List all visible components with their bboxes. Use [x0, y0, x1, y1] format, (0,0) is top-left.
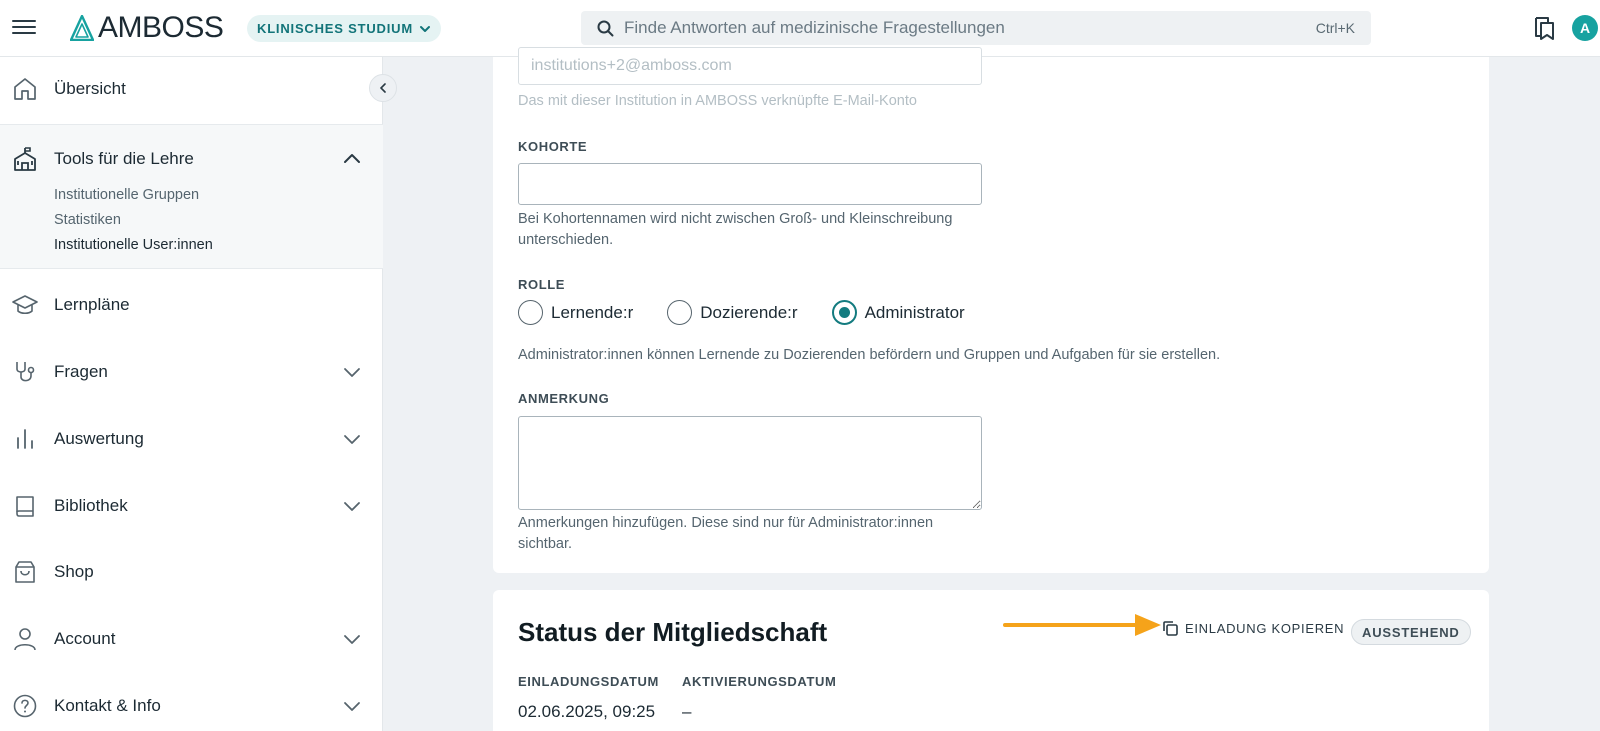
chevron-down-icon[interactable] — [342, 362, 362, 382]
stethoscope-icon — [16, 362, 35, 382]
cohort-help-text: Bei Kohortennamen wird nicht zwischen Gr… — [518, 211, 953, 248]
chevron-down-icon[interactable] — [342, 429, 362, 449]
bar-chart-icon — [17, 429, 33, 449]
membership-status-title: Status der Mitgliedschaft — [518, 617, 828, 647]
amboss-triangle-icon — [70, 15, 94, 41]
sidebar-item-label: Lernpläne — [54, 295, 130, 314]
annotation-arrow-icon — [1003, 614, 1161, 636]
note-textarea[interactable] — [518, 416, 982, 510]
cohort-input[interactable] — [518, 163, 982, 205]
search-icon — [597, 20, 614, 36]
sidebar-item-label: Account — [54, 629, 116, 648]
book-icon — [16, 496, 34, 517]
role-radio-lecturer[interactable]: Dozierende:r — [667, 300, 798, 325]
sidebar-item-label: Fragen — [54, 362, 108, 381]
radio-circle[interactable] — [667, 300, 693, 325]
home-icon — [14, 78, 36, 100]
cohort-label: KOHORTE — [518, 139, 588, 154]
sidebar-item-label: Tools für die Lehre — [54, 149, 194, 168]
sidebar-item-label: Shop — [54, 562, 94, 581]
hamburger-menu-icon[interactable] — [12, 16, 36, 40]
sidebar-item-library[interactable]: Bibliothek — [0, 482, 383, 530]
school-building-icon — [14, 147, 36, 171]
role-radio-group: Lernende:r Dozierende:r Administrator — [518, 300, 999, 325]
sidebar-item-label: Auswertung — [54, 429, 144, 448]
sidebar-item-label: Kontakt & Info — [54, 696, 161, 715]
tools-section: Tools für die Lehre Institutionelle Grup… — [0, 124, 383, 269]
chevron-down-icon[interactable] — [342, 696, 362, 716]
amboss-logo[interactable]: AMBOSS — [70, 11, 224, 44]
search-input[interactable] — [624, 18, 1316, 38]
activation-date-value: – — [682, 702, 692, 721]
sidebar-item-label: Bibliothek — [54, 496, 128, 515]
sidebar-item-shop[interactable]: Shop — [0, 548, 383, 596]
invite-date-label: EINLADUNGSDATUM — [518, 674, 659, 689]
email-field[interactable] — [518, 47, 982, 85]
study-mode-label: KLINISCHES STUDIUM — [257, 21, 413, 36]
role-help-text: Administrator:innen können Lernende zu D… — [518, 347, 1221, 363]
invite-date-value: 02.06.2025, 09:25 — [518, 702, 656, 721]
copy-invite-label: EINLADUNG KOPIEREN — [1185, 621, 1345, 636]
sidebar-item-learning-plans[interactable]: Lernpläne — [0, 281, 383, 329]
chevron-down-icon — [419, 25, 430, 32]
sidebar-item-contact-info[interactable]: Kontakt & Info — [0, 682, 383, 730]
sidebar-subitem-institutional-groups[interactable]: Institutionelle Gruppen — [54, 187, 199, 203]
chevron-down-icon[interactable] — [342, 629, 362, 649]
sidebar-item-tools[interactable]: Tools für die Lehre — [0, 135, 383, 183]
sidebar-item-analytics[interactable]: Auswertung — [0, 415, 383, 463]
sidebar-item-questions[interactable]: Fragen — [0, 348, 383, 396]
sidebar-item-account[interactable]: Account — [0, 615, 383, 663]
membership-status-card: Status der Mitgliedschaft EINLADUNG KOPI… — [493, 590, 1489, 731]
sidebar-item-label: Übersicht — [54, 79, 126, 98]
help-circle-icon — [13, 694, 37, 718]
sidebar-subitem-statistics[interactable]: Statistiken — [54, 212, 121, 228]
role-radio-learner[interactable]: Lernende:r — [518, 300, 633, 325]
graduation-cap-icon — [12, 295, 38, 315]
activation-date-label: AKTIVIERUNGSDATUM — [682, 674, 837, 689]
note-label: ANMERKUNG — [518, 391, 610, 406]
sidebar-item-overview[interactable]: Übersicht — [0, 65, 383, 113]
note-help-text: Anmerkungen hinzufügen. Diese sind nur f… — [518, 515, 934, 552]
sidebar: Übersicht Tools für die Lehre Institutio… — [0, 57, 383, 731]
chevron-left-icon — [380, 83, 386, 93]
role-radio-administrator[interactable]: Administrator — [831, 300, 965, 325]
user-avatar[interactable]: A — [1572, 15, 1598, 41]
radio-circle-checked[interactable] — [831, 300, 857, 325]
chevron-down-icon[interactable] — [342, 496, 362, 516]
radio-label: Dozierende:r — [700, 302, 798, 322]
role-label: ROLLE — [518, 277, 566, 292]
notes-bookmark-icon[interactable] — [1531, 15, 1557, 41]
radio-label: Lernende:r — [551, 302, 634, 322]
search-shortcut-hint: Ctrl+K — [1315, 20, 1355, 36]
email-help-text: Das mit dieser Institution in AMBOSS ver… — [518, 93, 917, 109]
radio-circle[interactable] — [518, 300, 543, 325]
study-mode-dropdown[interactable]: KLINISCHES STUDIUM — [247, 15, 441, 42]
radio-label: Administrator — [864, 302, 965, 322]
user-form-card: Das mit dieser Institution in AMBOSS ver… — [493, 47, 1489, 573]
collapse-sidebar-button[interactable] — [369, 74, 397, 102]
chevron-up-icon[interactable] — [342, 149, 362, 169]
shopping-bag-icon — [15, 561, 35, 583]
user-icon — [14, 628, 36, 651]
sidebar-subitem-institutional-users[interactable]: Institutionelle User:innen — [54, 237, 213, 253]
status-badge: AUSSTEHEND — [1351, 619, 1471, 645]
search-bar[interactable]: Ctrl+K — [581, 11, 1371, 45]
logo-text: AMBOSS — [98, 11, 224, 44]
copy-invite-button[interactable]: EINLADUNG KOPIEREN — [1162, 620, 1344, 637]
